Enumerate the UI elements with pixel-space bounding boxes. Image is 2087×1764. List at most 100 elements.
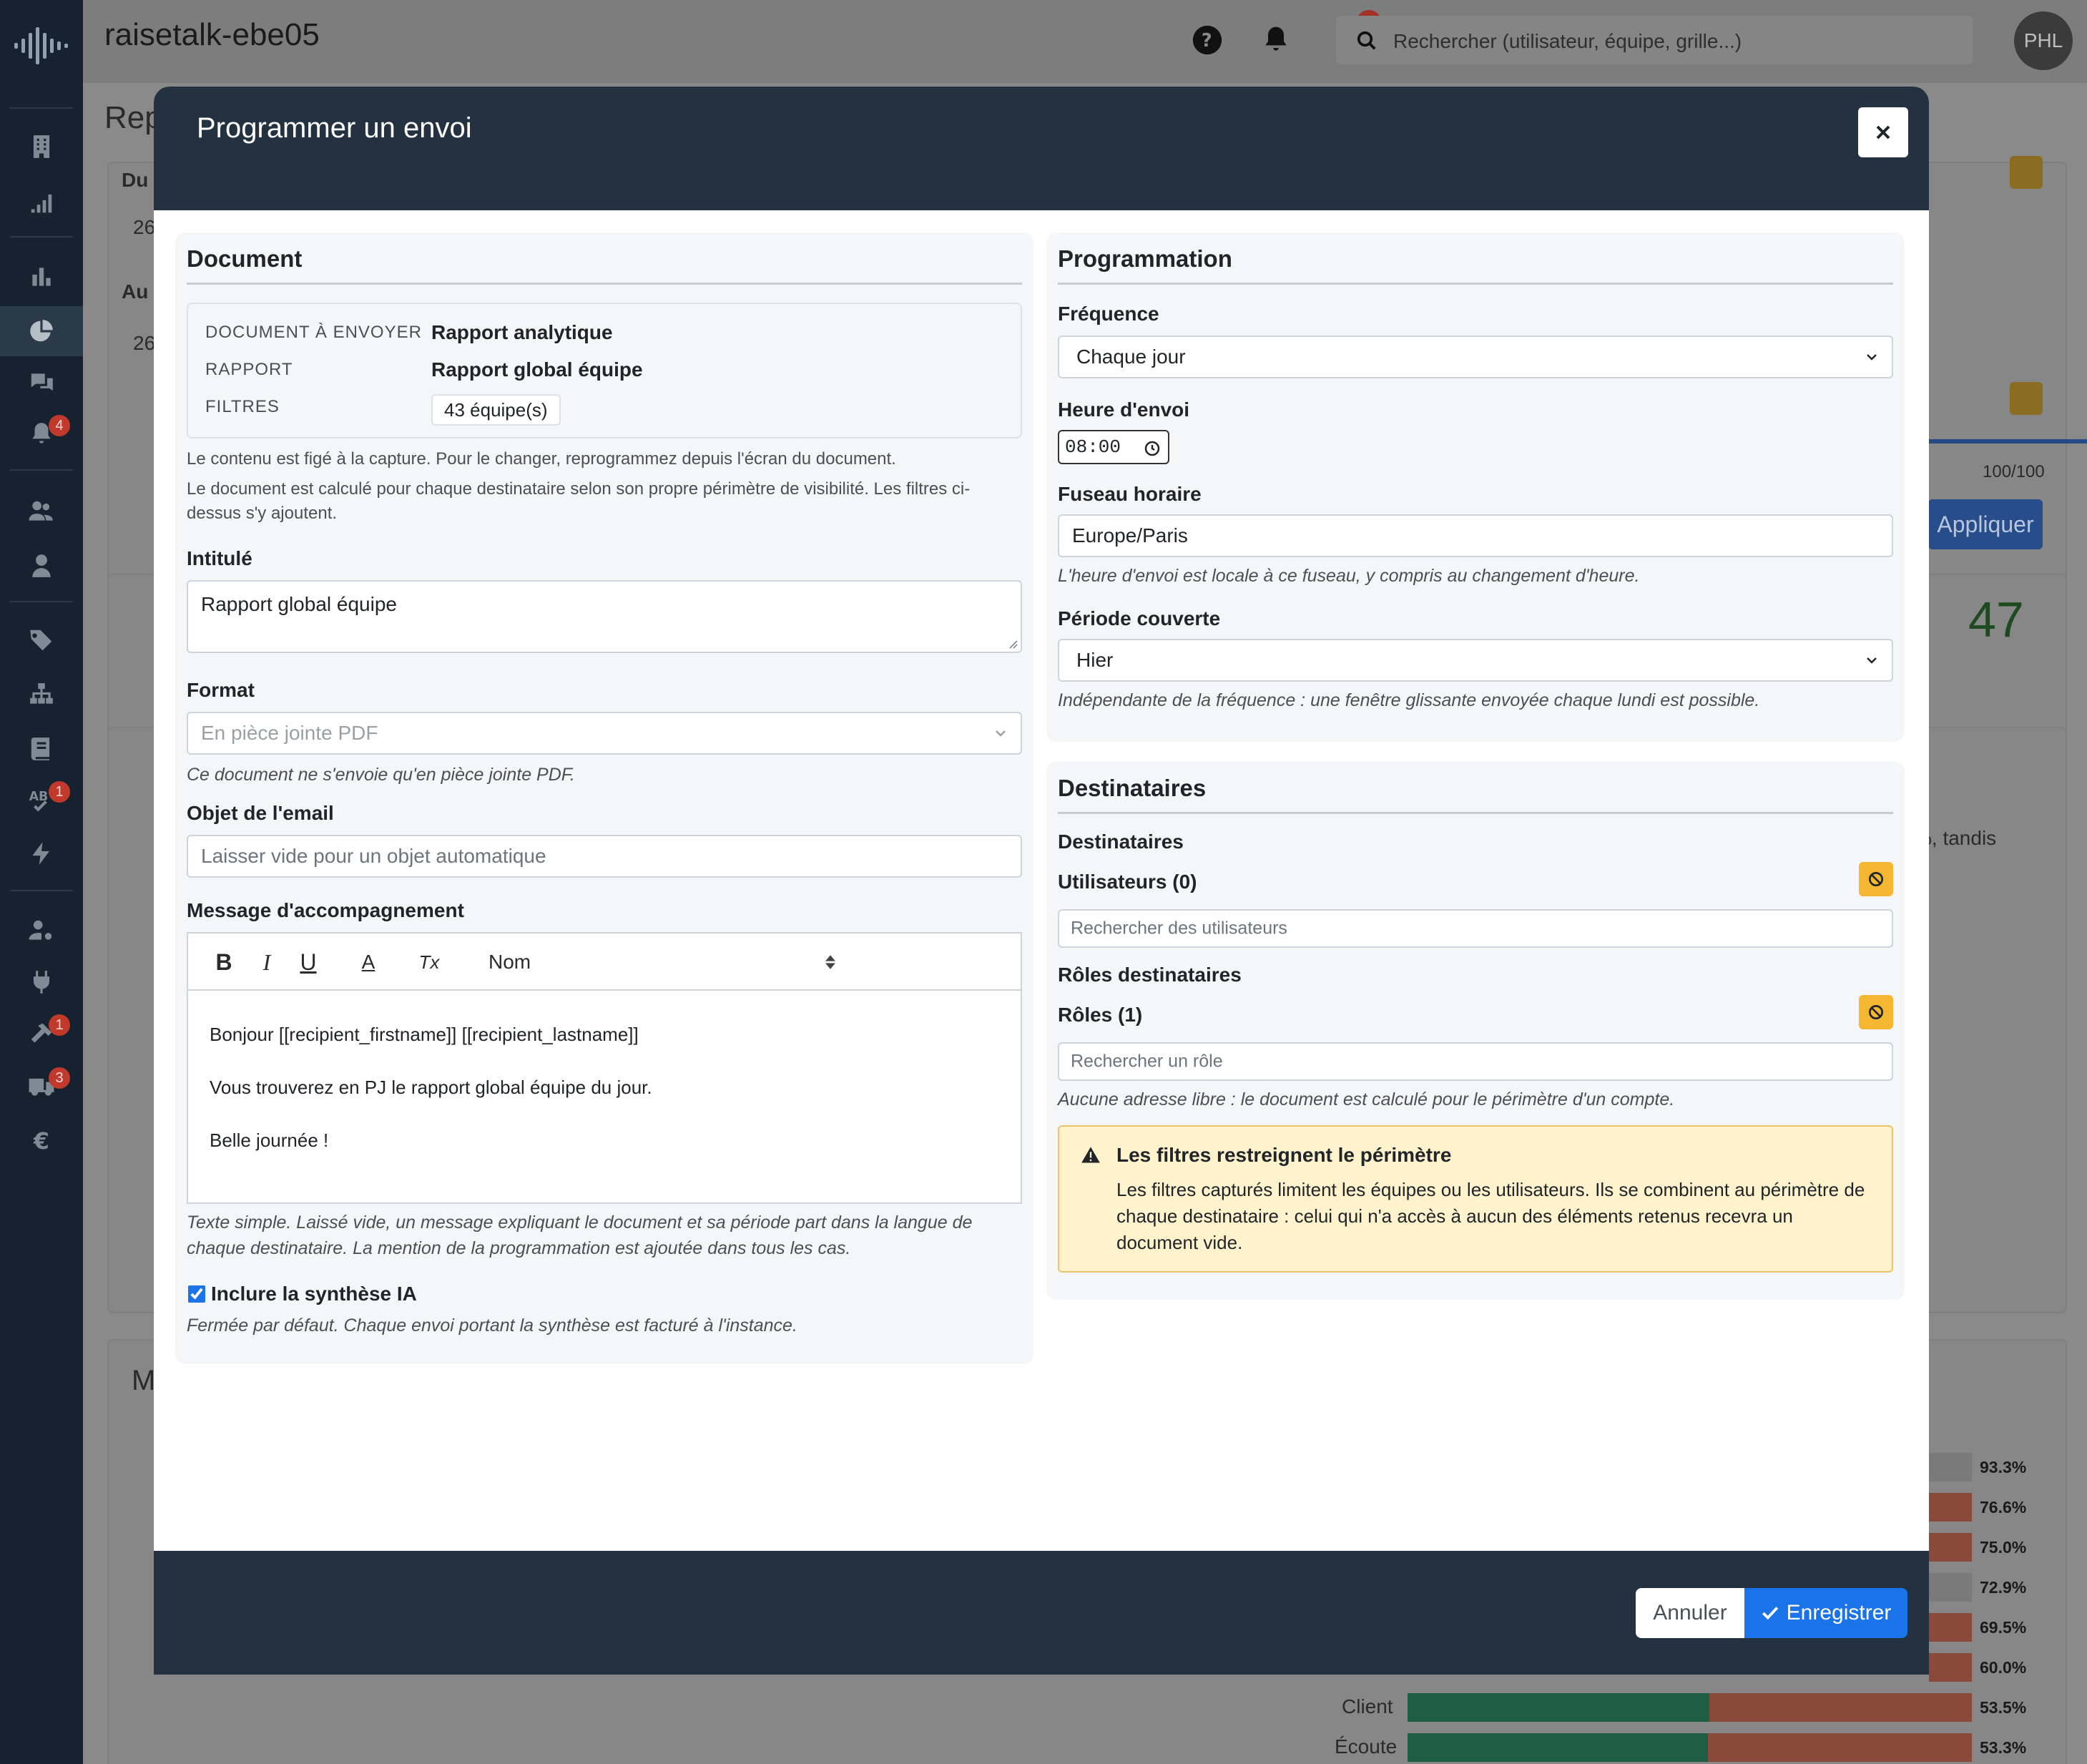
slider-value: 100/100	[1983, 462, 2045, 481]
sidebar-divider	[10, 469, 73, 471]
sidebar-item-user-cog[interactable]	[0, 906, 83, 956]
save-button[interactable]: Enregistrer	[1744, 1588, 1907, 1638]
plug-icon	[33, 971, 50, 994]
book-icon	[31, 738, 50, 760]
bell-icon[interactable]	[1260, 24, 1292, 56]
format-select[interactable]: En pièce jointe PDF	[187, 712, 1022, 755]
roles-warning-button[interactable]	[1859, 995, 1893, 1029]
sidebar-item-bar-chart[interactable]	[0, 252, 83, 302]
bolt-icon	[32, 842, 50, 865]
bar-value: 76.6%	[1980, 1498, 2027, 1516]
period-label: Période couverte	[1058, 607, 1221, 629]
message-line: Bonjour [[recipient_firstname]] [[recipi…	[210, 1024, 639, 1045]
sidebar-divider	[10, 890, 73, 891]
time-label: Heure d'envoi	[1058, 398, 1190, 421]
users-search-input[interactable]: Rechercher des utilisateurs	[1058, 909, 1893, 948]
avatar[interactable]: PHL	[2014, 11, 2073, 70]
sidebar-item-book[interactable]	[0, 724, 83, 774]
clock-icon[interactable]	[1144, 440, 1161, 457]
sidebar-item-euro[interactable]: €	[0, 1116, 83, 1166]
message-help: Texte simple. Laissé vide, un message ex…	[187, 1212, 973, 1258]
resize-handle-icon[interactable]	[1006, 637, 1018, 649]
message-label: Message d'accompagnement	[187, 899, 464, 921]
help-icon[interactable]: ?	[1192, 24, 1223, 56]
bar-value: 93.3%	[1980, 1458, 2027, 1476]
sidebar-item-pie-chart[interactable]	[0, 306, 83, 356]
alert-title: Les filtres restreignent le périmètre	[1116, 1144, 1452, 1166]
sidebar-item-hierarchy[interactable]	[0, 670, 83, 720]
global-search[interactable]: Rechercher (utilisateur, équipe, grille.…	[1336, 16, 1973, 64]
editor-toolbar: B I U A Tx Nom	[188, 934, 1021, 991]
alert-text: Les filtres capturés limitent les équipe…	[1116, 1179, 1865, 1253]
frequency-value: Chaque jour	[1076, 346, 1186, 368]
app-sidebar: 4 AB 1 1 3 €	[0, 0, 83, 1764]
sidebar-item-buildings[interactable]	[0, 122, 83, 172]
title-label: Intitulé	[187, 547, 252, 569]
frequency-select[interactable]: Chaque jour	[1058, 335, 1893, 378]
background-slider	[1928, 439, 2087, 444]
cancel-button[interactable]: Annuler	[1636, 1588, 1744, 1638]
users-warning-button[interactable]	[1859, 862, 1893, 896]
background-warning-button	[2010, 156, 2043, 189]
sort-icon[interactable]	[820, 952, 840, 972]
du-label: Du	[122, 169, 149, 191]
bar	[1929, 1573, 1972, 1602]
sidebar-item-tags[interactable]	[0, 615, 83, 665]
sidebar-item-bolt[interactable]	[0, 828, 83, 878]
sidebar-item-notifications[interactable]: 4	[0, 409, 83, 459]
sidebar-item-ab-test[interactable]: AB 1	[0, 775, 83, 825]
sidebar-item-chat[interactable]	[0, 358, 83, 408]
italic-button[interactable]: I	[252, 948, 281, 976]
filters-badge: 43 équipe(s)	[431, 394, 561, 426]
svg-text:?: ?	[1202, 30, 1212, 52]
roles-help: Aucune adresse libre : le document est c…	[1058, 1089, 1675, 1109]
kpi-value: 47	[1968, 592, 2024, 647]
time-input[interactable]: 08:00	[1058, 430, 1169, 464]
bar-value: 69.5%	[1980, 1618, 2027, 1637]
clear-format-button[interactable]: Tx	[411, 948, 447, 976]
bar-value: 75.0%	[1980, 1538, 2027, 1557]
du-value: 26	[133, 216, 156, 238]
bold-button[interactable]: B	[210, 948, 238, 976]
text-color-button[interactable]: A	[354, 948, 383, 976]
bar-chart-icon	[32, 268, 51, 286]
message-editor[interactable]: B I U A Tx Nom Bonjour [[recipient_first…	[187, 932, 1022, 1204]
sidebar-item-hammer[interactable]: 1	[0, 1009, 83, 1059]
format-help: Ce document ne s'envoie qu'en pièce join…	[187, 765, 575, 785]
subject-input[interactable]: Laisser vide pour un objet automatique	[187, 835, 1022, 878]
recipients-subtitle: Destinataires	[1058, 830, 1184, 853]
roles-search-input[interactable]: Rechercher un rôle	[1058, 1042, 1893, 1081]
sidebar-divider	[10, 236, 73, 237]
sidebar-item-users[interactable]	[0, 486, 83, 536]
timezone-input[interactable]: Europe/Paris	[1058, 514, 1893, 557]
ai-summary-checkbox[interactable]	[188, 1285, 205, 1303]
timezone-label: Fuseau horaire	[1058, 483, 1202, 505]
ai-summary-help: Fermée par défaut. Chaque envoi portant …	[187, 1315, 797, 1336]
chat-icon	[30, 373, 53, 391]
period-select[interactable]: Hier	[1058, 639, 1893, 682]
summary-key: FILTRES	[205, 397, 280, 416]
euro-icon: €	[33, 1129, 49, 1155]
app-title: raisetalk-ebe05	[104, 17, 320, 52]
editor-body[interactable]: Bonjour [[recipient_firstname]] [[recipi…	[210, 1008, 652, 1167]
subject-label: Objet de l'email	[187, 802, 334, 824]
user-icon	[32, 554, 51, 577]
sidebar-divider	[10, 601, 73, 602]
sidebar-item-plug[interactable]	[0, 957, 83, 1007]
users-search-placeholder: Rechercher des utilisateurs	[1071, 918, 1287, 939]
bar	[1929, 1453, 1972, 1481]
sidebar-divider	[10, 107, 73, 109]
sidebar-item-user[interactable]	[0, 541, 83, 591]
notification-badge: 3	[49, 1067, 70, 1089]
close-button[interactable]	[1858, 107, 1908, 157]
title-textarea[interactable]: Rapport global équipe	[187, 580, 1022, 653]
search-icon	[1357, 31, 1376, 50]
building-icon	[33, 135, 50, 158]
font-select[interactable]: Nom	[488, 948, 531, 976]
sidebar-item-truck[interactable]: 3	[0, 1062, 83, 1112]
ai-summary-label[interactable]: Inclure la synthèse IA	[211, 1283, 417, 1305]
section-divider	[187, 283, 1022, 285]
underline-button[interactable]: U	[294, 948, 323, 976]
svg-text:€: €	[33, 1129, 49, 1155]
sidebar-item-signal[interactable]	[0, 177, 83, 227]
